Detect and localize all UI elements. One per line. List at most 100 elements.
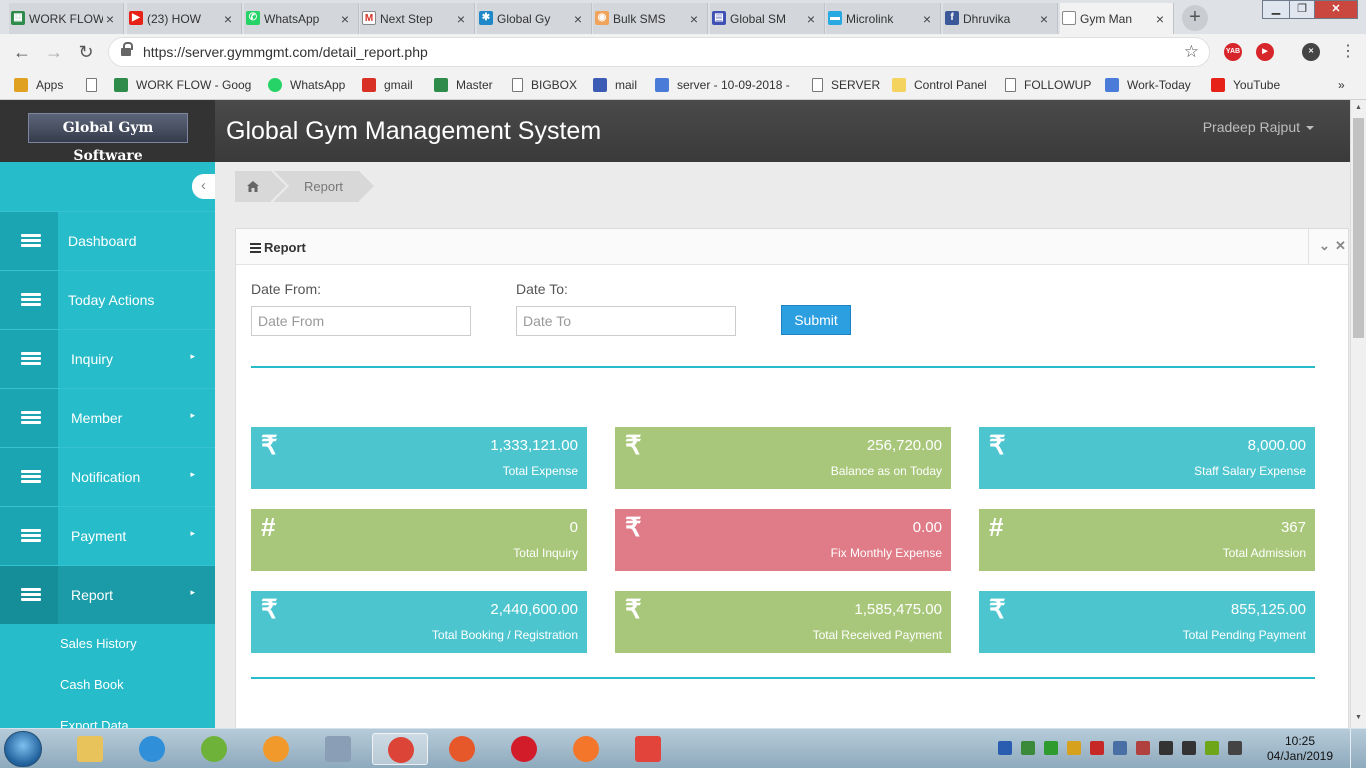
close-icon[interactable]: ✕ bbox=[1335, 238, 1346, 254]
reload-icon[interactable]: ↻ bbox=[74, 40, 98, 64]
sidebar-item-member[interactable]: Member ▸ bbox=[0, 388, 215, 447]
close-tab-icon[interactable]: × bbox=[338, 11, 352, 27]
close-window-button[interactable]: ✕ bbox=[1314, 0, 1358, 19]
extension-icon[interactable]: ▶ bbox=[1256, 43, 1274, 61]
sidebar-item-notification[interactable]: Notification ▸ bbox=[0, 447, 215, 506]
nvidia-icon[interactable] bbox=[1205, 741, 1219, 755]
file-explorer-icon[interactable] bbox=[62, 733, 118, 765]
close-tab-icon[interactable]: × bbox=[454, 11, 468, 27]
paint-icon[interactable] bbox=[310, 733, 366, 765]
bookmark-label: Work-Today bbox=[1127, 78, 1191, 92]
chrome-menu-icon[interactable]: ⋮ bbox=[1336, 40, 1360, 64]
volume-icon[interactable] bbox=[1182, 741, 1196, 755]
browser-tab[interactable]: Gym Man × bbox=[1060, 3, 1174, 34]
device-icon[interactable] bbox=[1113, 741, 1127, 755]
close-tab-icon[interactable]: × bbox=[103, 11, 117, 27]
maximize-window-button[interactable]: ❐ bbox=[1289, 0, 1315, 19]
new-tab-button[interactable]: + bbox=[1182, 5, 1208, 31]
browser-tab[interactable]: f Dhruvika × bbox=[943, 3, 1058, 34]
signal-icon[interactable] bbox=[1159, 741, 1173, 755]
network-sync-icon[interactable] bbox=[1021, 741, 1035, 755]
system-clock[interactable]: 10:25 04/Jan/2019 bbox=[1262, 734, 1338, 764]
breadcrumb-current[interactable]: Report bbox=[274, 171, 375, 202]
stat-caption: Staff Salary Expense bbox=[1194, 464, 1306, 478]
sidebar-item-report[interactable]: Report ▸ bbox=[0, 565, 215, 624]
user-menu[interactable]: Pradeep Rajput bbox=[1203, 119, 1314, 135]
acrobat-icon[interactable] bbox=[1090, 741, 1104, 755]
bookmark-star-icon[interactable]: ☆ bbox=[1184, 42, 1199, 62]
browser-tab[interactable]: ◉ Bulk SMS × bbox=[593, 3, 708, 34]
sidebar-subitem-export-data[interactable]: Export Data bbox=[0, 706, 215, 728]
firefox-icon[interactable] bbox=[558, 733, 614, 765]
firefox-dev-icon[interactable] bbox=[434, 733, 490, 765]
app-logo[interactable]: Global Gym Software bbox=[28, 113, 188, 164]
scroll-down-icon[interactable]: ▼ bbox=[1355, 714, 1362, 721]
browser-tab[interactable]: ▦ WORK FLOW × bbox=[9, 3, 124, 34]
browser-tab[interactable]: M Next Step × bbox=[360, 3, 475, 34]
extension-icon[interactable]: YAB bbox=[1224, 43, 1242, 61]
bluetooth-icon[interactable] bbox=[998, 741, 1012, 755]
browser-tab[interactable]: ▤ Global SM × bbox=[710, 3, 825, 34]
forward-arrow-icon[interactable]: → bbox=[42, 40, 66, 64]
chrome-icon[interactable] bbox=[372, 733, 428, 765]
flag-icon[interactable] bbox=[1136, 741, 1150, 755]
submit-button[interactable]: Submit bbox=[781, 305, 851, 335]
date-from-input[interactable] bbox=[251, 306, 471, 336]
close-tab-icon[interactable]: × bbox=[1153, 11, 1167, 27]
anydesk-icon[interactable] bbox=[620, 733, 676, 765]
bookmark-server[interactable]: SERVER bbox=[812, 77, 880, 93]
close-tab-icon[interactable]: × bbox=[804, 11, 818, 27]
bookmark-master[interactable]: Master bbox=[434, 77, 493, 93]
sidebar-item-payment[interactable]: Payment ▸ bbox=[0, 506, 215, 565]
chevron-down-icon[interactable]: ⌄ bbox=[1319, 238, 1330, 254]
checkmark-icon[interactable] bbox=[1044, 741, 1058, 755]
warning-icon[interactable] bbox=[1067, 741, 1081, 755]
bookmark-apps[interactable]: Apps bbox=[14, 77, 63, 93]
sidebar-subitem-cash-book[interactable]: Cash Book bbox=[0, 665, 215, 706]
sidebar-item-inquiry[interactable]: Inquiry ▸ bbox=[0, 329, 215, 388]
start-button[interactable] bbox=[4, 731, 42, 767]
bookmark-mail[interactable]: mail bbox=[593, 77, 637, 93]
browser-tab[interactable]: ▶ (23) HOW × bbox=[127, 3, 242, 34]
app-green-icon[interactable] bbox=[186, 733, 242, 765]
close-tab-icon[interactable]: × bbox=[221, 11, 235, 27]
url-text[interactable]: https://server.gymmgmt.com/detail_report… bbox=[143, 44, 428, 60]
browser-tab[interactable]: ✱ Global Gy × bbox=[477, 3, 592, 34]
sidebar-collapse-button[interactable]: ‹ bbox=[192, 174, 215, 199]
stat-caption: Total Inquiry bbox=[513, 546, 578, 560]
extension-icon[interactable]: ✕ bbox=[1302, 43, 1320, 61]
bookmark-blank[interactable] bbox=[86, 77, 105, 93]
bookmark-server-10-09-2018[interactable]: server - 10-09-2018 - bbox=[655, 77, 790, 93]
sidebar-item-today-actions[interactable]: Today Actions bbox=[0, 270, 215, 329]
close-tab-icon[interactable]: × bbox=[1037, 11, 1051, 27]
media-player-icon[interactable] bbox=[248, 733, 304, 765]
bookmark-youtube[interactable]: YouTube bbox=[1211, 77, 1280, 93]
browser-tab[interactable]: ▬ Microlink × bbox=[826, 3, 941, 34]
address-bar[interactable]: https://server.gymmgmt.com/detail_report… bbox=[108, 37, 1210, 67]
sidebar-subitem-sales-history[interactable]: Sales History bbox=[0, 624, 215, 665]
breadcrumb-home[interactable] bbox=[235, 171, 286, 202]
sidebar-item-dashboard[interactable]: Dashboard bbox=[0, 211, 215, 270]
close-tab-icon[interactable]: × bbox=[687, 11, 701, 27]
bookmark-followup[interactable]: FOLLOWUP bbox=[1005, 77, 1091, 93]
bookmark-whatsapp[interactable]: WhatsApp bbox=[268, 77, 345, 93]
more-bookmarks-button[interactable]: » bbox=[1338, 77, 1345, 93]
scroll-up-icon[interactable]: ▲ bbox=[1355, 104, 1362, 111]
scroll-thumb[interactable] bbox=[1353, 118, 1364, 338]
close-tab-icon[interactable]: × bbox=[571, 11, 585, 27]
back-arrow-icon[interactable]: ← bbox=[10, 40, 34, 64]
date-to-input[interactable] bbox=[516, 306, 736, 336]
internet-explorer-icon[interactable] bbox=[124, 733, 180, 765]
browser-tab[interactable]: ✆ WhatsApp × bbox=[244, 3, 359, 34]
minimize-window-button[interactable]: ▁ bbox=[1262, 0, 1290, 19]
bookmark-gmail[interactable]: gmail bbox=[362, 77, 413, 93]
bookmark-work-today[interactable]: Work-Today bbox=[1105, 77, 1191, 93]
close-tab-icon[interactable]: × bbox=[920, 11, 934, 27]
bookmark-bigbox[interactable]: BIGBOX bbox=[512, 77, 577, 93]
bookmark-control-panel[interactable]: Control Panel bbox=[892, 77, 987, 93]
page-scrollbar[interactable]: ▲ ▼ bbox=[1350, 100, 1366, 728]
opera-icon[interactable] bbox=[496, 733, 552, 765]
show-desktop-button[interactable] bbox=[1350, 729, 1366, 768]
battery-icon[interactable] bbox=[1228, 741, 1242, 755]
bookmark-work-flow-goog[interactable]: WORK FLOW - Goog bbox=[114, 77, 251, 93]
